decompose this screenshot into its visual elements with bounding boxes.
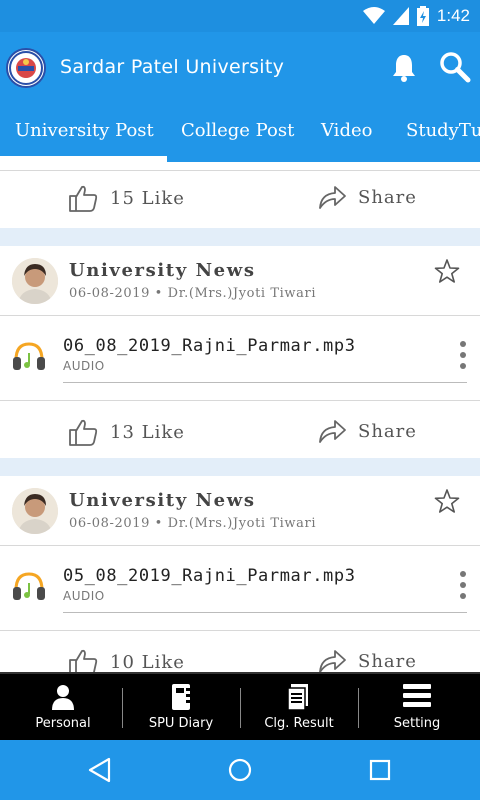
nav-clg-result[interactable]: Clg. Result: [240, 674, 358, 740]
audio-attachment[interactable]: 06_08_2019_Rajni_Parmar.mp3 AUDIO: [0, 316, 480, 402]
status-icons: 1:42: [362, 5, 470, 27]
share-label: Share: [358, 650, 417, 672]
search-icon: [440, 52, 471, 83]
search-button[interactable]: [438, 50, 472, 84]
post-card: University News 06-08-2019 • Dr.(Mrs.)Jy…: [0, 246, 480, 458]
tab-college-post[interactable]: College Post: [181, 120, 294, 141]
nav-label: Clg. Result: [264, 716, 334, 731]
result-icon: [288, 684, 308, 710]
more-vert-icon[interactable]: [454, 570, 472, 600]
signal-icon: [392, 7, 409, 25]
more-vert-icon[interactable]: [454, 340, 472, 370]
wifi-icon: [362, 7, 385, 24]
share-button[interactable]: Share: [318, 418, 417, 444]
recents-icon[interactable]: [365, 755, 395, 785]
thumbs-up-icon: [69, 649, 98, 672]
headphones-icon: [13, 572, 45, 600]
status-bar: 1:42: [0, 0, 480, 32]
post-meta: 06-08-2019 • Dr.(Mrs.)Jyoti Tiwari: [69, 286, 317, 301]
university-logo: [6, 48, 46, 88]
thumbs-up-icon: [69, 185, 98, 212]
tab-video[interactable]: Video: [321, 120, 372, 141]
audio-attachment[interactable]: 05_08_2019_Rajni_Parmar.mp3 AUDIO: [0, 546, 480, 632]
author-avatar: [12, 258, 58, 304]
like-button[interactable]: 13 Like: [68, 418, 185, 446]
nav-spu-diary[interactable]: SPU Diary: [122, 674, 240, 740]
battery-charging-icon: [416, 6, 429, 26]
app-title: Sardar Patel University: [60, 56, 285, 78]
person-icon: [52, 685, 74, 710]
file-name: 06_08_2019_Rajni_Parmar.mp3: [63, 336, 356, 356]
star-icon[interactable]: [434, 258, 460, 284]
home-icon[interactable]: [225, 755, 255, 785]
share-button[interactable]: Share: [318, 184, 417, 210]
diary-icon: [172, 684, 190, 710]
file-type: AUDIO: [63, 359, 105, 373]
post-card: University News 06-08-2019 • Dr.(Mrs.)Jy…: [0, 476, 480, 672]
notifications-button[interactable]: [388, 52, 420, 84]
nav-label: SPU Diary: [148, 716, 214, 731]
file-type: AUDIO: [63, 589, 105, 603]
card-divider: [0, 630, 480, 631]
like-button[interactable]: 15 Like: [68, 184, 185, 212]
card-divider: [0, 170, 480, 171]
share-label: Share: [358, 186, 417, 208]
tab-studytu[interactable]: StudyTu: [406, 120, 480, 141]
headphones-icon: [13, 342, 45, 370]
tab-bar: University Post College Post Video Study…: [0, 104, 480, 162]
post-title: University News: [69, 260, 256, 281]
nav-personal[interactable]: Personal: [4, 674, 122, 740]
share-button[interactable]: Share: [318, 648, 417, 672]
nav-label: Setting: [393, 716, 441, 731]
status-time: 1:42: [436, 6, 470, 25]
share-icon: [319, 420, 346, 443]
nav-label: Personal: [35, 716, 91, 731]
share-icon: [319, 186, 346, 209]
post-header: University News 06-08-2019 • Dr.(Mrs.)Jy…: [0, 246, 480, 316]
post-feed[interactable]: 15 Like Share University News 06-08-2019…: [0, 162, 480, 672]
like-button[interactable]: 10 Like: [68, 648, 185, 672]
tab-university-post[interactable]: University Post: [15, 120, 154, 141]
system-navigation-bar: [0, 740, 480, 800]
post-meta: 06-08-2019 • Dr.(Mrs.)Jyoti Tiwari: [69, 516, 317, 531]
nav-setting[interactable]: Setting: [358, 674, 476, 740]
like-count: 13 Like: [110, 421, 185, 443]
share-icon: [319, 650, 346, 672]
file-name: 05_08_2019_Rajni_Parmar.mp3: [63, 566, 356, 586]
app-bar: Sardar Patel University: [0, 32, 480, 104]
post-card: 15 Like Share: [0, 162, 480, 228]
post-header: University News 06-08-2019 • Dr.(Mrs.)Jy…: [0, 476, 480, 546]
bottom-navigation: Personal SPU Diary Clg. Result Setting: [0, 672, 480, 740]
post-title: University News: [69, 490, 256, 511]
share-label: Share: [358, 420, 417, 442]
like-count: 10 Like: [110, 651, 185, 673]
file-underline: [63, 612, 467, 613]
file-underline: [63, 382, 467, 383]
back-icon[interactable]: [85, 755, 115, 785]
menu-icon: [403, 684, 431, 707]
card-divider: [0, 400, 480, 401]
thumbs-up-icon: [69, 419, 98, 446]
like-count: 15 Like: [110, 187, 185, 209]
author-avatar: [12, 488, 58, 534]
bell-icon: [393, 55, 415, 82]
star-icon[interactable]: [434, 488, 460, 514]
